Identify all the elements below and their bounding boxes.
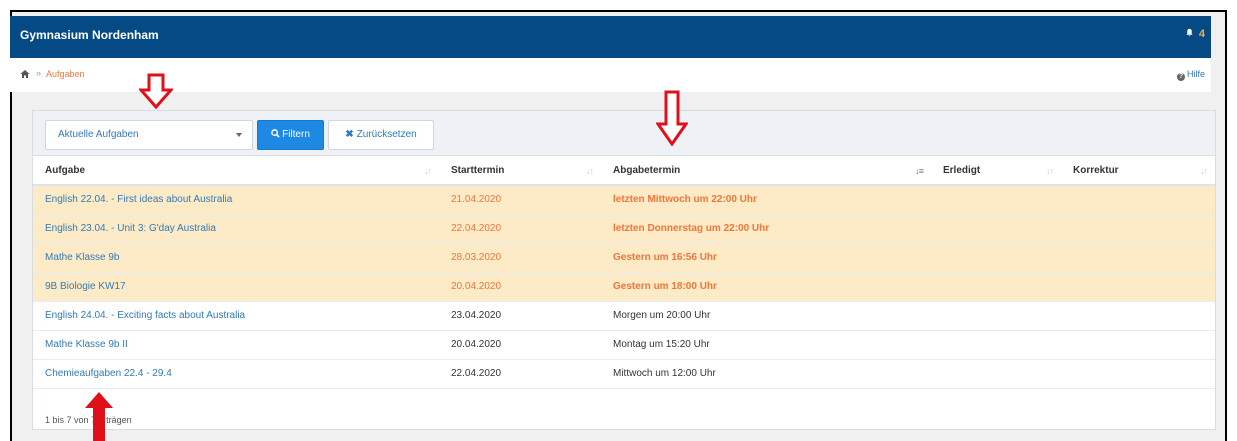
- close-icon: ✖: [345, 129, 354, 140]
- due-date-cell: Montag um 15:20 Uhr: [601, 330, 931, 360]
- table-header-row: Aufgabe ↓↑ Starttermin ↓↑ Abgabetermin ↓≡ E…: [33, 157, 1215, 186]
- sort-icon: ↓↑: [1200, 166, 1208, 176]
- sort-icon: ↓↑: [424, 166, 432, 176]
- table-row[interactable]: English 23.04. - Unit 3: G'day Australia…: [33, 214, 1215, 244]
- task-link[interactable]: Chemieaufgaben 22.4 - 29.4: [45, 368, 172, 379]
- correction-cell: [1061, 359, 1215, 389]
- filter-button-label: Filtern: [282, 129, 310, 140]
- task-name-cell: Mathe Klasse 9b II: [33, 330, 439, 360]
- start-date-cell: 20.04.2020: [439, 272, 601, 302]
- table-row[interactable]: English 24.04. - Exciting facts about Au…: [33, 301, 1215, 331]
- tasks-table: Aufgabe ↓↑ Starttermin ↓↑ Abgabetermin ↓≡ E…: [33, 157, 1215, 389]
- sort-icon: ↓↑: [586, 166, 594, 176]
- task-link[interactable]: Mathe Klasse 9b: [45, 252, 120, 263]
- task-link[interactable]: 9B Biologie KW17: [45, 281, 126, 292]
- start-date-cell: 22.04.2020: [439, 214, 601, 244]
- column-header-abgabetermin[interactable]: Abgabetermin ↓≡: [601, 157, 931, 186]
- start-date-cell: 20.04.2020: [439, 330, 601, 360]
- done-cell: [931, 330, 1061, 360]
- task-name-cell: English 23.04. - Unit 3: G'day Australia: [33, 214, 439, 244]
- column-header-korrektur[interactable]: Korrektur ↓↑: [1061, 157, 1215, 186]
- question-icon: ?: [1176, 73, 1185, 81]
- start-date-cell: 28.03.2020: [439, 243, 601, 273]
- task-filter-value: Aktuelle Aufgaben: [58, 129, 139, 140]
- annotation-arrow-down-icon: [656, 90, 688, 146]
- reset-button[interactable]: ✖ Zurücksetzen: [328, 120, 434, 150]
- breadcrumb-current[interactable]: Aufgaben: [46, 69, 85, 79]
- annotation-arrow-up-icon: [85, 392, 113, 441]
- correction-cell: [1061, 185, 1215, 215]
- correction-cell: [1061, 330, 1215, 360]
- done-cell: [931, 214, 1061, 244]
- search-icon: [271, 129, 280, 138]
- task-filter-select[interactable]: Aktuelle Aufgaben: [45, 120, 253, 150]
- task-link[interactable]: English 22.04. - First ideas about Austr…: [45, 194, 232, 205]
- due-date-cell: Mittwoch um 12:00 Uhr: [601, 359, 931, 389]
- table-row[interactable]: English 22.04. - First ideas about Austr…: [33, 185, 1215, 215]
- task-link[interactable]: English 24.04. - Exciting facts about Au…: [45, 310, 245, 321]
- breadcrumb: » Aufgaben ? Hilfe: [10, 58, 1211, 92]
- done-cell: [931, 185, 1061, 215]
- help-label: Hilfe: [1186, 69, 1205, 79]
- column-label: Abgabetermin: [613, 165, 681, 176]
- notification-count: 4: [1198, 28, 1205, 40]
- done-cell: [931, 301, 1061, 331]
- column-label: Starttermin: [451, 165, 505, 176]
- column-label: Aufgabe: [45, 165, 85, 176]
- due-date-cell: letzten Mittwoch um 22:00 Uhr: [601, 185, 931, 215]
- column-header-erledigt[interactable]: Erledigt ↓↑: [931, 157, 1061, 186]
- breadcrumb-separator: »: [36, 68, 42, 78]
- table-row[interactable]: 9B Biologie KW17 20.04.2020 Gestern um 18:…: [33, 272, 1215, 302]
- filter-bar: Aktuelle Aufgaben Filtern ✖ Zurücksetzen: [33, 111, 1215, 156]
- home-icon[interactable]: [20, 69, 30, 79]
- brand-title[interactable]: Gymnasium Nordenham: [20, 16, 159, 54]
- tasks-panel: Aktuelle Aufgaben Filtern ✖ Zurücksetzen …: [32, 110, 1216, 430]
- column-header-aufgabe[interactable]: Aufgabe ↓↑: [33, 157, 439, 186]
- column-header-starttermin[interactable]: Starttermin ↓↑: [439, 157, 601, 186]
- correction-cell: [1061, 301, 1215, 331]
- task-link[interactable]: Mathe Klasse 9b II: [45, 339, 128, 350]
- task-link[interactable]: English 23.04. - Unit 3: G'day Australia: [45, 223, 216, 234]
- notifications[interactable]: 4: [1185, 28, 1205, 40]
- start-date-cell: 23.04.2020: [439, 301, 601, 331]
- due-date-cell: Gestern um 16:56 Uhr: [601, 243, 931, 273]
- sort-ascending-icon: ↓≡: [915, 166, 924, 176]
- table-row[interactable]: Mathe Klasse 9b 28.03.2020 Gestern um 16:5…: [33, 243, 1215, 273]
- start-date-cell: 21.04.2020: [439, 185, 601, 215]
- start-date-cell: 22.04.2020: [439, 359, 601, 389]
- filter-button[interactable]: Filtern: [257, 120, 324, 150]
- task-name-cell: 9B Biologie KW17: [33, 272, 439, 302]
- correction-cell: [1061, 214, 1215, 244]
- task-name-cell: English 24.04. - Exciting facts about Au…: [33, 301, 439, 331]
- done-cell: [931, 272, 1061, 302]
- reset-button-label: Zurücksetzen: [356, 129, 417, 140]
- done-cell: [931, 359, 1061, 389]
- due-date-cell: Morgen um 20:00 Uhr: [601, 301, 931, 331]
- sort-icon: ↓↑: [1046, 166, 1054, 176]
- task-name-cell: English 22.04. - First ideas about Austr…: [33, 185, 439, 215]
- due-date-cell: letzten Donnerstag um 22:00 Uhr: [601, 214, 931, 244]
- due-date-cell: Gestern um 18:00 Uhr: [601, 272, 931, 302]
- column-label: Erledigt: [943, 165, 981, 176]
- correction-cell: [1061, 272, 1215, 302]
- top-navbar: Gymnasium Nordenham 4: [10, 16, 1211, 58]
- correction-cell: [1061, 243, 1215, 273]
- annotation-arrow-down-icon: [139, 73, 173, 109]
- bell-icon: [1186, 28, 1193, 37]
- done-cell: [931, 243, 1061, 273]
- caret-down-icon: [236, 133, 242, 137]
- help-link[interactable]: ? Hilfe: [1176, 69, 1205, 81]
- task-name-cell: Mathe Klasse 9b: [33, 243, 439, 273]
- column-label: Korrektur: [1073, 165, 1119, 176]
- task-name-cell: Chemieaufgaben 22.4 - 29.4: [33, 359, 439, 389]
- table-row[interactable]: Chemieaufgaben 22.4 - 29.4 22.04.2020 Mitt…: [33, 359, 1215, 389]
- table-row[interactable]: Mathe Klasse 9b II 20.04.2020 Montag um 15…: [33, 330, 1215, 360]
